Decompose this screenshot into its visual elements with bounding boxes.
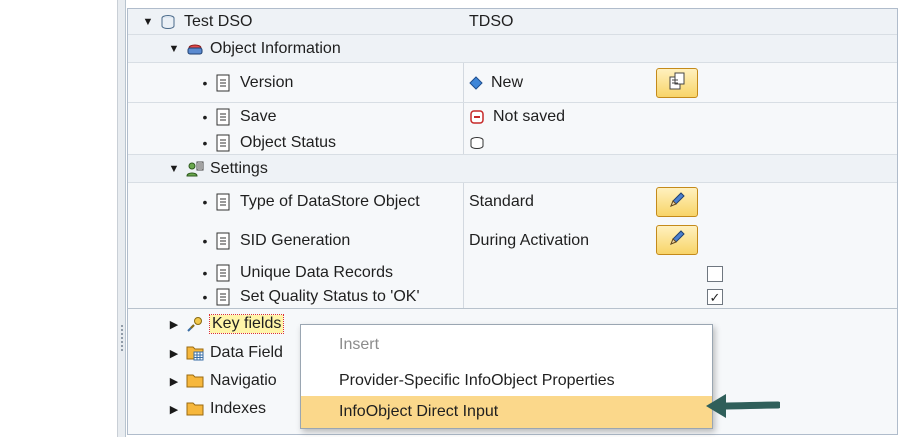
document-icon	[216, 288, 232, 306]
type-of-datastore-object-value: Standard	[469, 193, 534, 210]
key-icon	[186, 315, 202, 333]
dso-editor-window: ▼ Test DSO TDSO ▼ Object Information • V…	[0, 0, 901, 437]
tree-row-root[interactable]: ▼ Test DSO TDSO	[128, 9, 897, 35]
root-label: Test DSO	[184, 12, 253, 30]
version-change-button[interactable]	[656, 68, 698, 98]
unique-data-records-checkbox[interactable]	[707, 266, 723, 282]
document-icon	[216, 232, 232, 250]
edit-type-button[interactable]	[656, 187, 698, 217]
settings-icon	[186, 160, 204, 178]
expand-right-icon[interactable]: ▶	[168, 347, 180, 360]
menu-item-direct-input-label: InfoObject Direct Input	[339, 403, 499, 420]
navigation-pane	[0, 0, 118, 437]
menu-item-insert: Insert	[301, 329, 712, 361]
sid-generation-value: During Activation	[469, 232, 590, 249]
set-quality-status-label: Set Quality Status to 'OK'	[240, 287, 420, 305]
type-of-datastore-object-label: Type of DataStore Object	[240, 193, 420, 210]
settings-label: Settings	[210, 159, 268, 177]
save-status-text: Not saved	[493, 108, 566, 125]
navigation-label: Navigatio	[210, 372, 277, 389]
menu-item-provider-specific-label: Provider-Specific InfoObject Properties	[339, 372, 615, 389]
splitter-grip-icon[interactable]	[120, 324, 124, 352]
pencil-icon	[667, 228, 687, 253]
expand-down-icon[interactable]: ▼	[168, 163, 180, 175]
sid-generation-label: SID Generation	[240, 232, 351, 249]
tree-row-object-information[interactable]: ▼ Object Information	[128, 35, 897, 63]
inactive-object-icon	[469, 134, 485, 152]
expand-right-icon[interactable]: ▶	[168, 318, 180, 331]
checkmark-icon: ✓	[709, 289, 721, 305]
tree-row-settings[interactable]: ▼ Settings	[128, 155, 897, 183]
unique-data-records-label: Unique Data Records	[240, 264, 393, 281]
version-value: New	[469, 63, 523, 102]
object-info-icon	[186, 40, 203, 58]
document-icon	[216, 193, 232, 211]
data-fields-icon	[186, 344, 204, 362]
object-information-label: Object Information	[210, 39, 341, 57]
bullet-icon: •	[202, 74, 208, 91]
save-label: Save	[240, 108, 277, 125]
tree-row-save[interactable]: • Save Not saved	[128, 103, 897, 131]
menu-item-infoobject-direct-input[interactable]: InfoObject Direct Input	[301, 396, 712, 428]
menu-item-provider-specific-properties[interactable]: Provider-Specific InfoObject Properties	[301, 365, 712, 397]
bullet-icon: •	[202, 109, 208, 125]
dso-cylinder-icon	[160, 13, 176, 31]
tree-row-set-quality-status[interactable]: • Set Quality Status to 'OK' ✓	[128, 285, 897, 309]
root-technical-name: TDSO	[469, 12, 514, 30]
tree-row-sid-generation[interactable]: • SID Generation During Activation	[128, 221, 897, 261]
expand-down-icon[interactable]: ▼	[168, 43, 180, 55]
set-quality-status-checkbox[interactable]: ✓	[707, 289, 723, 305]
menu-item-insert-label: Insert	[339, 336, 380, 353]
tree-row-version[interactable]: • Version New	[128, 63, 897, 103]
version-text: New	[491, 73, 524, 91]
folder-icon	[186, 400, 204, 418]
context-menu: Insert Provider-Specific InfoObject Prop…	[300, 324, 713, 429]
diamond-icon	[469, 74, 483, 92]
key-fields-label: Key fields	[208, 314, 285, 334]
save-value: Not saved	[469, 103, 565, 131]
bullet-icon: •	[202, 265, 208, 281]
folder-icon	[186, 372, 204, 390]
pane-splitter[interactable]	[118, 0, 126, 437]
tree-row-unique-data-records[interactable]: • Unique Data Records	[128, 261, 897, 285]
expand-down-icon[interactable]: ▼	[142, 16, 154, 28]
document-icon	[216, 108, 232, 126]
expand-right-icon[interactable]: ▶	[168, 375, 180, 388]
bullet-icon: •	[202, 134, 208, 151]
tree-row-type-of-datastore-object[interactable]: • Type of DataStore Object Standard	[128, 183, 897, 221]
document-icon	[216, 74, 232, 92]
copy-document-icon	[667, 71, 687, 96]
bullet-icon: •	[202, 288, 208, 305]
bullet-icon: •	[202, 194, 208, 210]
document-icon	[216, 134, 232, 152]
document-icon	[216, 264, 232, 282]
pencil-icon	[667, 190, 687, 215]
indexes-label: Indexes	[210, 400, 267, 417]
edit-sid-generation-button[interactable]	[656, 225, 698, 255]
object-status-label: Object Status	[240, 133, 337, 151]
object-status-value	[469, 131, 493, 154]
version-label: Version	[240, 73, 294, 91]
not-saved-icon	[469, 108, 485, 126]
tree-row-object-status[interactable]: • Object Status	[128, 131, 897, 155]
expand-right-icon[interactable]: ▶	[168, 403, 180, 416]
annotation-arrow-icon	[706, 394, 780, 418]
data-fields-label: Data Field	[210, 344, 283, 361]
bullet-icon: •	[202, 233, 208, 249]
